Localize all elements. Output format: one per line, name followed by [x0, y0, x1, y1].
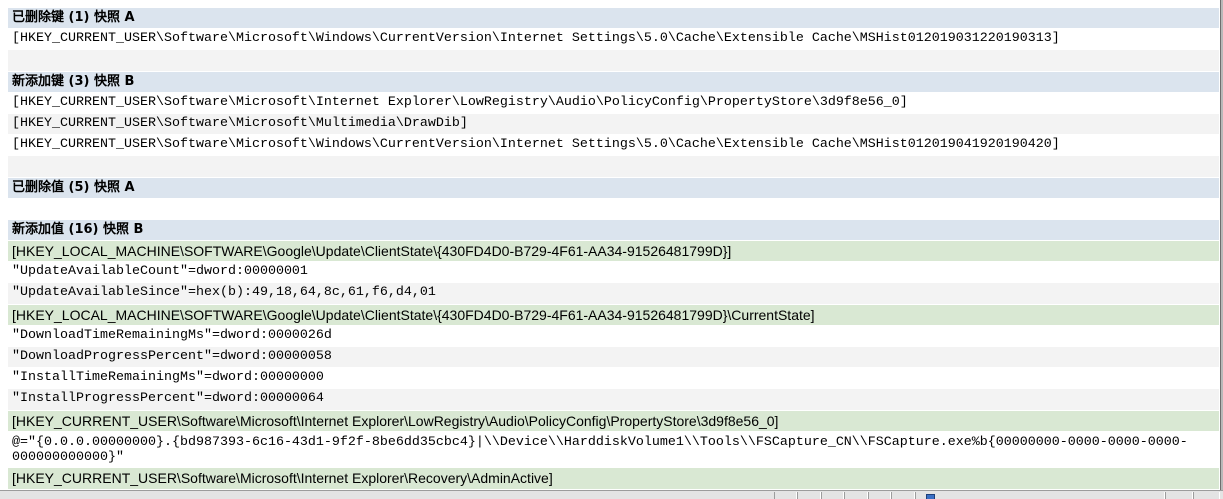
added-key-row: [HKEY_CURRENT_USER\Software\Microsoft\Mu…	[8, 113, 1219, 135]
value-key-path-row: [HKEY_CURRENT_USER\Software\Microsoft\In…	[8, 410, 1219, 431]
added-key-row: [HKEY_CURRENT_USER\Software\Microsoft\Wi…	[8, 135, 1219, 156]
value-row: "DownloadProgressPercent"=dword:00000058	[8, 347, 1219, 368]
section-header-added-values: 新添加值 (16) 快照 B	[8, 219, 1219, 241]
section-header-added-keys: 新添加键 (3) 快照 B	[8, 71, 1219, 92]
empty-row	[8, 50, 1219, 71]
value-text: @="{0.0.0.00000000}.{bd987393-6c16-43d1-…	[12, 434, 1188, 465]
section-header-deleted-values: 已删除值 (5) 快照 A	[8, 177, 1219, 198]
status-panel	[891, 492, 915, 499]
added-key-row: [HKEY_CURRENT_USER\Software\Microsoft\In…	[8, 92, 1219, 113]
value-row: "UpdateAvailableCount"=dword:00000001	[8, 262, 1219, 283]
registry-compare-report: 已删除键 (1) 快照 A [HKEY_CURRENT_USER\Softwar…	[8, 8, 1219, 490]
value-row: "InstallTimeRemainingMs"=dword:00000000	[8, 368, 1219, 389]
status-panel	[797, 492, 821, 499]
status-panel	[774, 492, 797, 499]
empty-row	[8, 198, 1219, 219]
deleted-key-row: [HKEY_CURRENT_USER\Software\Microsoft\Wi…	[8, 29, 1219, 50]
value-row: "UpdateAvailableSince"=hex(b):49,18,64,8…	[8, 283, 1219, 304]
internet-zone-icon	[926, 494, 935, 499]
empty-row	[8, 156, 1219, 177]
value-key-path-row: [HKEY_LOCAL_MACHINE\SOFTWARE\Google\Upda…	[8, 304, 1219, 325]
section-header-deleted-keys: 已删除键 (1) 快照 A	[8, 8, 1219, 29]
value-key-path-row: [HKEY_CURRENT_USER\Software\Microsoft\In…	[8, 468, 1219, 489]
status-panel	[844, 492, 868, 499]
status-panel	[1165, 492, 1193, 499]
status-bar	[0, 490, 1223, 499]
value-key-path-row: [HKEY_LOCAL_MACHINE\SOFTWARE\Google\Upda…	[8, 241, 1219, 262]
value-row: "InstallProgressPercent"=dword:00000064	[8, 389, 1219, 410]
status-panel	[1193, 492, 1220, 499]
status-panel-zone	[915, 492, 1165, 499]
value-row-wrapped: @="{0.0.0.00000000}.{bd987393-6c16-43d1-…	[8, 431, 1219, 468]
status-panel	[821, 492, 844, 499]
value-row: "DownloadTimeRemainingMs"=dword:0000026d	[8, 325, 1219, 346]
status-panel	[868, 492, 891, 499]
